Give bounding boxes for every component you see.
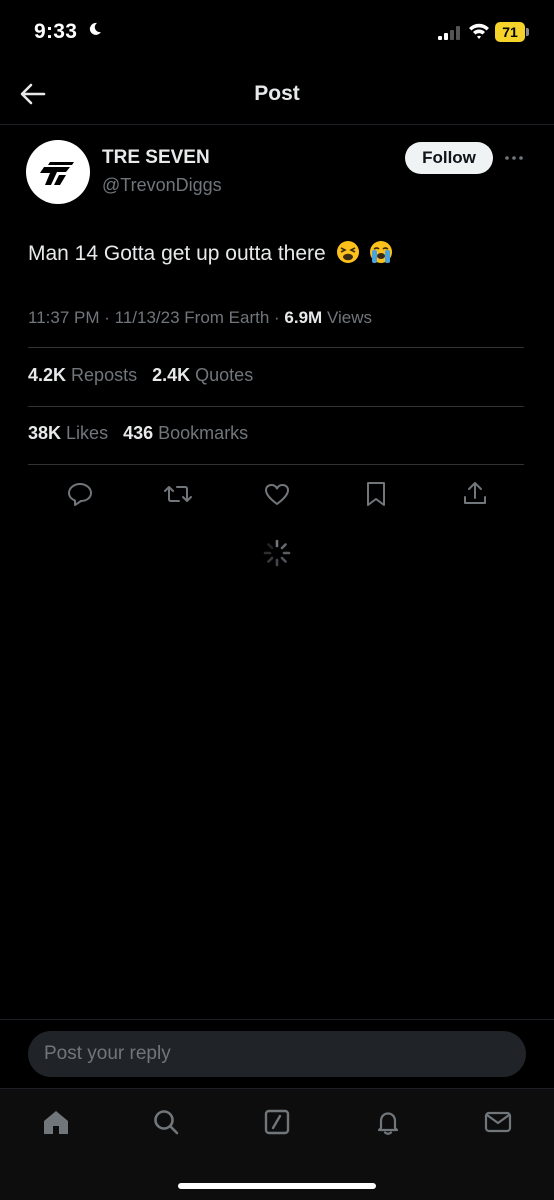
- divider: [28, 464, 524, 465]
- post-body: Man 14 Gotta get up outta there: [28, 242, 326, 265]
- follow-button[interactable]: Follow: [405, 142, 493, 174]
- more-options-icon[interactable]: [504, 148, 524, 168]
- bookmarks-count: 436: [123, 423, 154, 443]
- views-label: Views: [326, 308, 372, 327]
- reply-divider: [0, 1019, 554, 1020]
- post-source: From Earth: [184, 308, 270, 327]
- loading-spinner-icon: [263, 539, 291, 567]
- quotes-label: Quotes: [195, 365, 254, 385]
- post-text: Man 14 Gotta get up outta there: [28, 240, 393, 266]
- stats-reposts-quotes: 4.2K Reposts 2.4K Quotes: [28, 365, 253, 386]
- header-divider: [0, 124, 554, 125]
- author-display-name[interactable]: TRE SEVEN: [102, 147, 210, 169]
- quotes-stat[interactable]: 2.4K Quotes: [152, 365, 253, 385]
- team-logo-icon: [40, 162, 74, 185]
- home-indicator: [178, 1183, 376, 1189]
- notifications-icon[interactable]: [372, 1106, 404, 1138]
- author-handle[interactable]: @TrevonDiggs: [102, 175, 222, 196]
- bookmarks-stat[interactable]: 436 Bookmarks: [123, 423, 248, 443]
- status-time: 9:33: [34, 20, 78, 43]
- reposts-label: Reposts: [71, 365, 138, 385]
- search-icon[interactable]: [150, 1106, 182, 1138]
- likes-stat[interactable]: 38K Likes: [28, 423, 108, 443]
- battery-level: 71: [495, 22, 525, 42]
- divider: [28, 347, 524, 348]
- tired-face-icon: [336, 241, 359, 263]
- reposts-stat[interactable]: 4.2K Reposts: [28, 365, 137, 385]
- likes-count: 38K: [28, 423, 62, 443]
- post-date: 11/13/23: [114, 308, 180, 327]
- quotes-count: 2.4K: [152, 365, 191, 385]
- post-time: 11:37 PM: [28, 308, 100, 327]
- reply-input[interactable]: [28, 1031, 526, 1077]
- views-count[interactable]: 6.9M: [284, 308, 322, 327]
- signal-icon: [438, 26, 460, 40]
- wifi-icon: [469, 23, 489, 39]
- battery-icon: 71: [495, 22, 531, 42]
- moon-icon: [89, 22, 101, 35]
- loudly-crying-face-icon: [370, 241, 393, 263]
- stats-likes-bookmarks: 38K Likes 436 Bookmarks: [28, 423, 248, 444]
- compose-icon[interactable]: [261, 1106, 293, 1138]
- share-icon[interactable]: [459, 478, 491, 510]
- likes-label: Likes: [66, 423, 109, 443]
- post-meta: 11:37 PM · 11/13/23 From Earth · 6.9M Vi…: [28, 308, 372, 327]
- repost-icon[interactable]: [162, 478, 194, 510]
- messages-icon[interactable]: [482, 1106, 514, 1138]
- reply-icon[interactable]: [64, 478, 96, 510]
- reposts-count: 4.2K: [28, 365, 67, 385]
- bookmarks-label: Bookmarks: [158, 423, 249, 443]
- home-icon[interactable]: [40, 1106, 72, 1138]
- bookmark-icon[interactable]: [360, 478, 392, 510]
- page-title: Post: [254, 82, 300, 105]
- avatar[interactable]: [26, 140, 90, 204]
- like-icon[interactable]: [261, 478, 293, 510]
- divider: [28, 406, 524, 407]
